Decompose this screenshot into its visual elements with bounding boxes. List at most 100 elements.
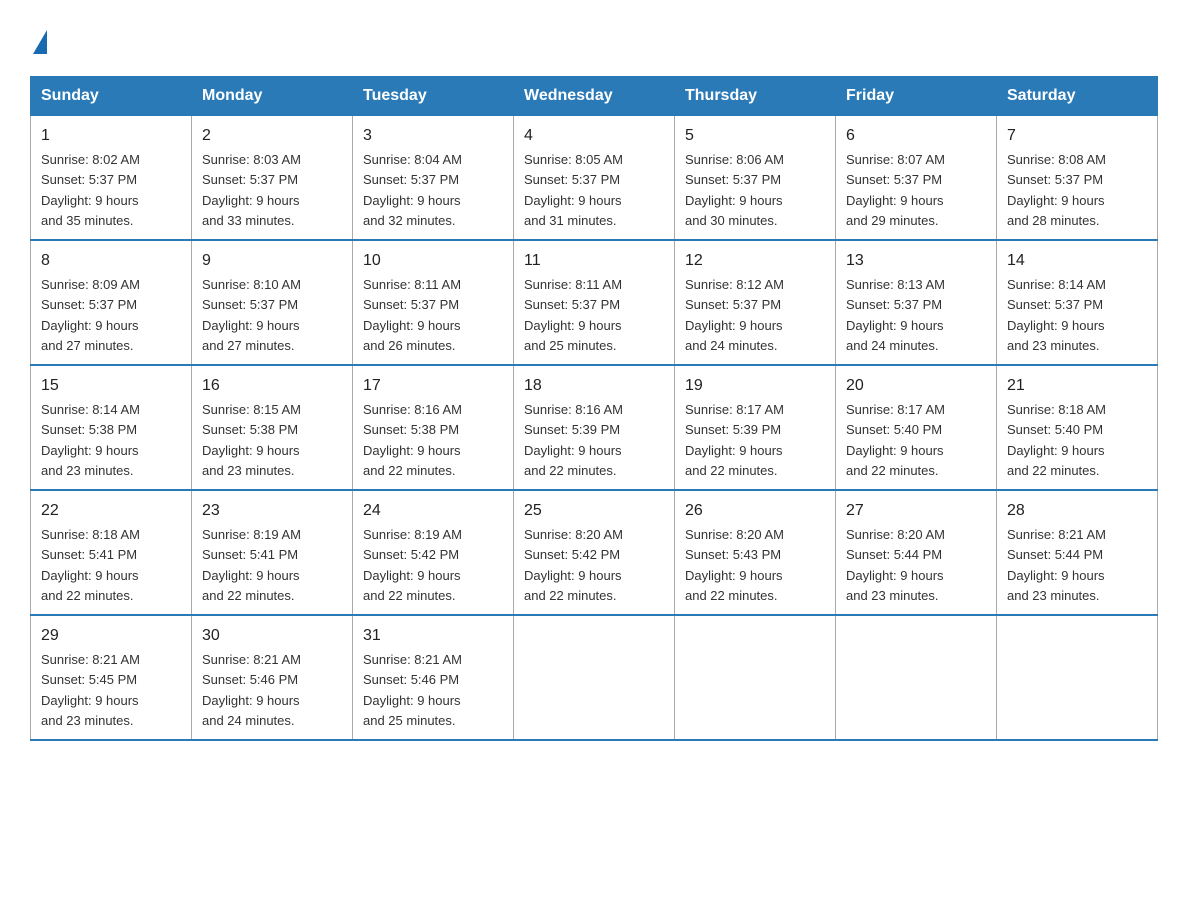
calendar-cell: 6 Sunrise: 8:07 AMSunset: 5:37 PMDaylight… — [836, 116, 997, 241]
logo-triangle-icon — [33, 30, 47, 54]
calendar-cell: 15Sunrise: 8:14 AMSunset: 5:38 PMDayligh… — [31, 365, 192, 490]
day-info: Sunrise: 8:16 AMSunset: 5:38 PMDaylight:… — [363, 402, 462, 478]
day-number: 22 — [41, 499, 181, 523]
calendar-week-row: 1Sunrise: 8:02 AMSunset: 5:37 PMDaylight… — [31, 116, 1158, 241]
day-info: Sunrise: 8:04 AMSunset: 5:37 PMDaylight:… — [363, 152, 462, 228]
day-info: Sunrise: 8:12 AMSunset: 5:37 PMDaylight:… — [685, 277, 784, 353]
day-number: 17 — [363, 374, 503, 398]
calendar-cell: 7Sunrise: 8:08 AMSunset: 5:37 PMDaylight… — [997, 116, 1158, 241]
calendar-cell: 3 Sunrise: 8:04 AMSunset: 5:37 PMDaylight… — [353, 116, 514, 241]
day-info: Sunrise: 8:11 AMSunset: 5:37 PMDaylight:… — [524, 277, 622, 353]
calendar-cell: 19 Sunrise: 8:17 AMSunset: 5:39 PMDayligh… — [675, 365, 836, 490]
calendar-cell: 2 Sunrise: 8:03 AMSunset: 5:37 PMDaylight… — [192, 116, 353, 241]
day-number: 29 — [41, 624, 181, 648]
column-header-friday: Friday — [836, 77, 997, 116]
calendar-cell: 8 Sunrise: 8:09 AMSunset: 5:37 PMDaylight… — [31, 240, 192, 365]
day-info: Sunrise: 8:11 AMSunset: 5:37 PMDaylight:… — [363, 277, 461, 353]
day-number: 19 — [685, 374, 825, 398]
calendar-cell: 25 Sunrise: 8:20 AMSunset: 5:42 PMDayligh… — [514, 490, 675, 615]
calendar-cell: 23 Sunrise: 8:19 AMSunset: 5:41 PMDayligh… — [192, 490, 353, 615]
day-number: 18 — [524, 374, 664, 398]
calendar-week-row: 22 Sunrise: 8:18 AMSunset: 5:41 PMDayligh… — [31, 490, 1158, 615]
calendar-week-row: 15Sunrise: 8:14 AMSunset: 5:38 PMDayligh… — [31, 365, 1158, 490]
calendar-cell: 11Sunrise: 8:11 AMSunset: 5:37 PMDayligh… — [514, 240, 675, 365]
day-info: Sunrise: 8:09 AMSunset: 5:37 PMDaylight:… — [41, 277, 140, 353]
column-header-thursday: Thursday — [675, 77, 836, 116]
day-number: 30 — [202, 624, 342, 648]
column-header-wednesday: Wednesday — [514, 77, 675, 116]
day-number: 15 — [41, 374, 181, 398]
day-info: Sunrise: 8:21 AMSunset: 5:46 PMDaylight:… — [363, 652, 462, 728]
day-number: 14 — [1007, 249, 1147, 273]
day-number: 4 — [524, 124, 664, 148]
calendar-header-row: SundayMondayTuesdayWednesdayThursdayFrid… — [31, 77, 1158, 116]
day-info: Sunrise: 8:21 AMSunset: 5:45 PMDaylight:… — [41, 652, 140, 728]
calendar-cell — [514, 615, 675, 740]
calendar-cell: 22 Sunrise: 8:18 AMSunset: 5:41 PMDayligh… — [31, 490, 192, 615]
calendar-cell: 21 Sunrise: 8:18 AMSunset: 5:40 PMDayligh… — [997, 365, 1158, 490]
day-number: 27 — [846, 499, 986, 523]
calendar-cell: 29 Sunrise: 8:21 AMSunset: 5:45 PMDayligh… — [31, 615, 192, 740]
calendar-cell: 18 Sunrise: 8:16 AMSunset: 5:39 PMDayligh… — [514, 365, 675, 490]
day-number: 20 — [846, 374, 986, 398]
day-number: 21 — [1007, 374, 1147, 398]
day-number: 3 — [363, 124, 503, 148]
calendar-cell: 16Sunrise: 8:15 AMSunset: 5:38 PMDayligh… — [192, 365, 353, 490]
column-header-tuesday: Tuesday — [353, 77, 514, 116]
day-number: 31 — [363, 624, 503, 648]
day-number: 5 — [685, 124, 825, 148]
day-info: Sunrise: 8:10 AMSunset: 5:37 PMDaylight:… — [202, 277, 301, 353]
day-info: Sunrise: 8:03 AMSunset: 5:37 PMDaylight:… — [202, 152, 301, 228]
day-info: Sunrise: 8:16 AMSunset: 5:39 PMDaylight:… — [524, 402, 623, 478]
calendar-cell: 10 Sunrise: 8:11 AMSunset: 5:37 PMDayligh… — [353, 240, 514, 365]
logo — [30, 30, 47, 56]
calendar-cell: 13 Sunrise: 8:13 AMSunset: 5:37 PMDayligh… — [836, 240, 997, 365]
calendar-cell: 1Sunrise: 8:02 AMSunset: 5:37 PMDaylight… — [31, 116, 192, 241]
calendar-cell: 17 Sunrise: 8:16 AMSunset: 5:38 PMDayligh… — [353, 365, 514, 490]
calendar-cell: 31 Sunrise: 8:21 AMSunset: 5:46 PMDayligh… — [353, 615, 514, 740]
calendar-table: SundayMondayTuesdayWednesdayThursdayFrid… — [30, 76, 1158, 741]
calendar-cell: 27 Sunrise: 8:20 AMSunset: 5:44 PMDayligh… — [836, 490, 997, 615]
day-number: 12 — [685, 249, 825, 273]
day-info: Sunrise: 8:18 AMSunset: 5:41 PMDaylight:… — [41, 527, 140, 603]
day-info: Sunrise: 8:21 AMSunset: 5:46 PMDaylight:… — [202, 652, 301, 728]
calendar-cell: 26Sunrise: 8:20 AMSunset: 5:43 PMDayligh… — [675, 490, 836, 615]
day-number: 23 — [202, 499, 342, 523]
day-info: Sunrise: 8:07 AMSunset: 5:37 PMDaylight:… — [846, 152, 945, 228]
day-info: Sunrise: 8:21 AMSunset: 5:44 PMDaylight:… — [1007, 527, 1106, 603]
calendar-cell — [836, 615, 997, 740]
day-number: 24 — [363, 499, 503, 523]
day-number: 28 — [1007, 499, 1147, 523]
column-header-monday: Monday — [192, 77, 353, 116]
day-number: 2 — [202, 124, 342, 148]
day-number: 9 — [202, 249, 342, 273]
day-number: 8 — [41, 249, 181, 273]
day-number: 10 — [363, 249, 503, 273]
day-info: Sunrise: 8:17 AMSunset: 5:39 PMDaylight:… — [685, 402, 784, 478]
calendar-cell: 30 Sunrise: 8:21 AMSunset: 5:46 PMDayligh… — [192, 615, 353, 740]
day-info: Sunrise: 8:06 AMSunset: 5:37 PMDaylight:… — [685, 152, 784, 228]
calendar-cell — [997, 615, 1158, 740]
calendar-cell: 24 Sunrise: 8:19 AMSunset: 5:42 PMDayligh… — [353, 490, 514, 615]
day-info: Sunrise: 8:05 AMSunset: 5:37 PMDaylight:… — [524, 152, 623, 228]
day-info: Sunrise: 8:14 AMSunset: 5:37 PMDaylight:… — [1007, 277, 1106, 353]
day-info: Sunrise: 8:19 AMSunset: 5:41 PMDaylight:… — [202, 527, 301, 603]
day-info: Sunrise: 8:19 AMSunset: 5:42 PMDaylight:… — [363, 527, 462, 603]
day-number: 6 — [846, 124, 986, 148]
day-info: Sunrise: 8:13 AMSunset: 5:37 PMDaylight:… — [846, 277, 945, 353]
day-number: 16 — [202, 374, 342, 398]
calendar-cell: 5 Sunrise: 8:06 AMSunset: 5:37 PMDaylight… — [675, 116, 836, 241]
day-number: 1 — [41, 124, 181, 148]
calendar-cell: 14 Sunrise: 8:14 AMSunset: 5:37 PMDayligh… — [997, 240, 1158, 365]
calendar-cell: 28 Sunrise: 8:21 AMSunset: 5:44 PMDayligh… — [997, 490, 1158, 615]
day-info: Sunrise: 8:18 AMSunset: 5:40 PMDaylight:… — [1007, 402, 1106, 478]
day-number: 25 — [524, 499, 664, 523]
calendar-cell: 12 Sunrise: 8:12 AMSunset: 5:37 PMDayligh… — [675, 240, 836, 365]
day-info: Sunrise: 8:17 AMSunset: 5:40 PMDaylight:… — [846, 402, 945, 478]
column-header-saturday: Saturday — [997, 77, 1158, 116]
column-header-sunday: Sunday — [31, 77, 192, 116]
day-info: Sunrise: 8:20 AMSunset: 5:42 PMDaylight:… — [524, 527, 623, 603]
day-info: Sunrise: 8:20 AMSunset: 5:44 PMDaylight:… — [846, 527, 945, 603]
day-number: 13 — [846, 249, 986, 273]
day-info: Sunrise: 8:08 AMSunset: 5:37 PMDaylight:… — [1007, 152, 1106, 228]
